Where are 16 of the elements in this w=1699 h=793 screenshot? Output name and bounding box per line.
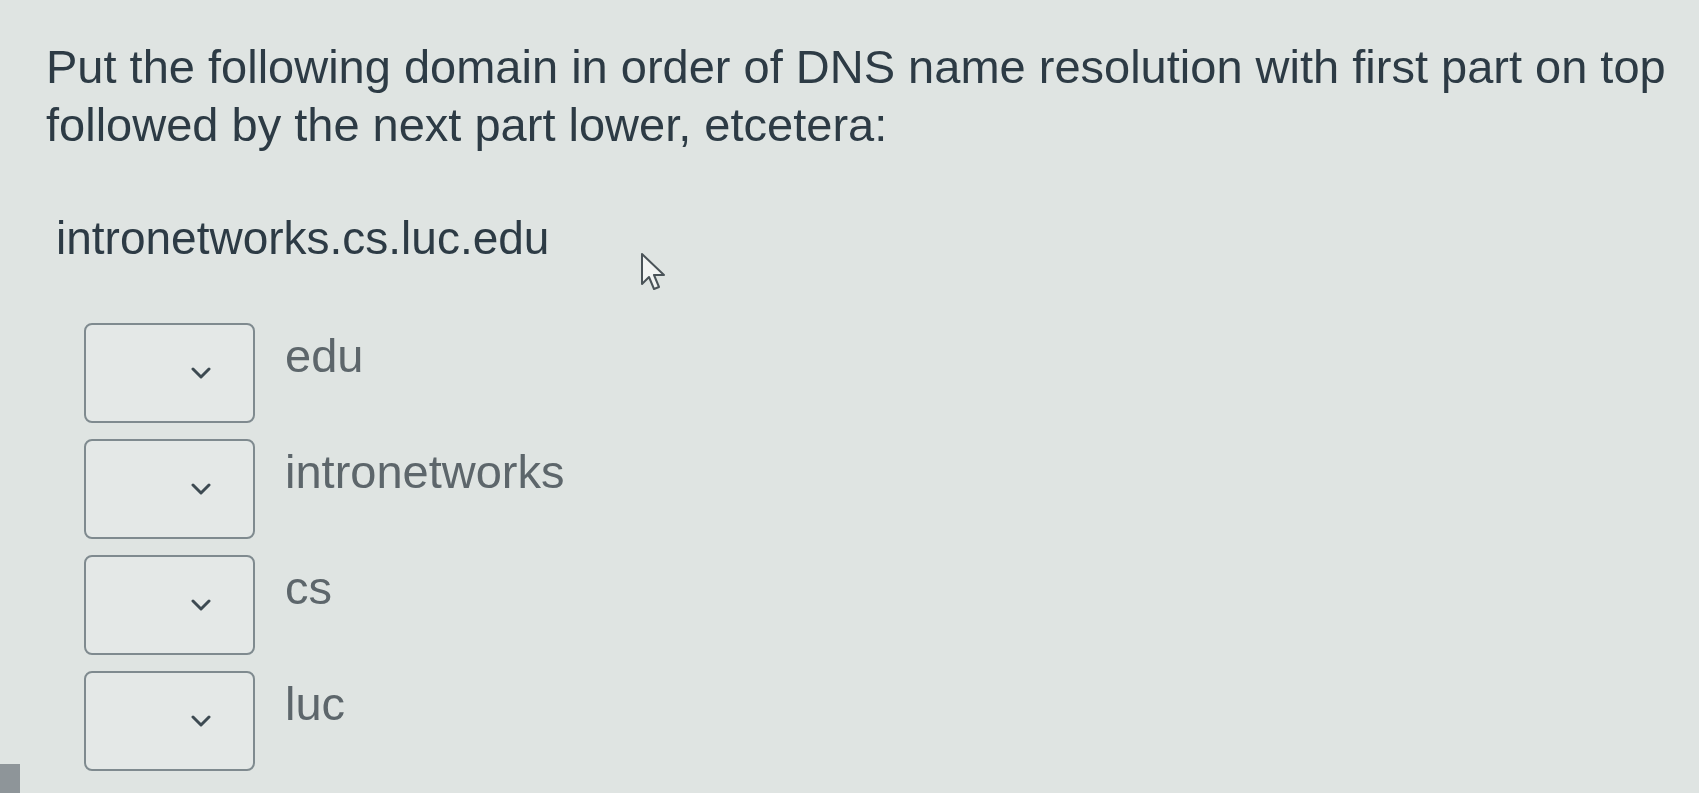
cursor-icon <box>640 252 666 292</box>
dropdown-select[interactable] <box>84 671 255 771</box>
answer-label: intronetworks <box>285 445 565 499</box>
answer-label: luc <box>285 677 346 731</box>
answer-label: edu <box>285 329 364 383</box>
question-text: Put the following domain in order of DNS name resolution with first part on top followed by the next part lower, etcetera: <box>46 39 1666 153</box>
domain-text: intronetworks.cs.luc.edu <box>56 212 550 264</box>
corner-block <box>0 764 20 793</box>
chevron-down-icon <box>191 715 211 727</box>
answer-label: cs <box>285 561 332 615</box>
chevron-down-icon <box>191 367 211 379</box>
dropdown-select[interactable] <box>84 555 255 655</box>
dropdown-select[interactable] <box>84 439 255 539</box>
chevron-down-icon <box>191 483 211 495</box>
chevron-down-icon <box>191 599 211 611</box>
dropdown-select[interactable] <box>84 323 255 423</box>
